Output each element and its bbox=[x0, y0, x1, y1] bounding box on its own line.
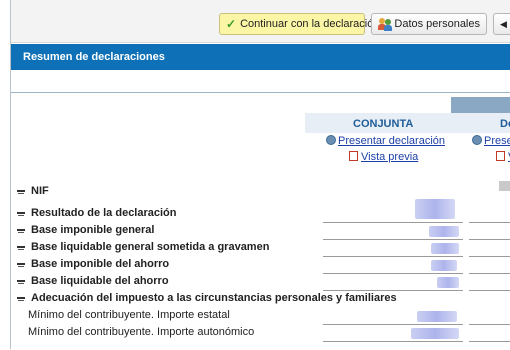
table-row: Base imponible general bbox=[11, 224, 510, 240]
row-label: Adecuación del impuesto a las circunstan… bbox=[31, 292, 397, 304]
row-label: Base imponible general bbox=[31, 224, 155, 236]
value-underline bbox=[323, 239, 463, 240]
checkmark-icon: ✓ bbox=[226, 17, 237, 31]
personal-data-button[interactable]: Datos personales bbox=[371, 13, 487, 35]
value-underline bbox=[469, 273, 510, 274]
redacted-value bbox=[437, 277, 459, 288]
table-row: Adecuación del impuesto a las circunstan… bbox=[11, 292, 510, 308]
continue-declaration-button[interactable]: ✓ Continuar con la declaración bbox=[219, 13, 379, 35]
row-label: Resultado de la declaración bbox=[31, 207, 177, 219]
value-underline bbox=[469, 341, 510, 342]
table-row: Mínimo del contribuyente. Importe autonó… bbox=[11, 326, 510, 342]
table-row: Mínimo del contribuyente. Importe estata… bbox=[11, 309, 510, 325]
table-row: Resultado de la declaración bbox=[11, 199, 510, 223]
preview-link-second[interactable]: V bbox=[496, 151, 510, 163]
pdf-document-icon bbox=[496, 151, 505, 161]
row-label: Base liquidable general sometida a grava… bbox=[31, 241, 270, 253]
present-declaration-link-second[interactable]: Presen bbox=[472, 135, 510, 147]
present-declaration-link[interactable]: Presentar declaración bbox=[326, 135, 445, 147]
double-bar-icon bbox=[17, 263, 25, 267]
more-toolbar-button[interactable]: ◀ bbox=[493, 13, 510, 35]
table-row: Base liquidable general sometida a grava… bbox=[11, 241, 510, 257]
column-heading-second: De bbox=[500, 118, 510, 130]
section-title: Resumen de declaraciones bbox=[23, 51, 165, 63]
table-row: Base liquidable del ahorro bbox=[11, 275, 510, 291]
double-bar-icon bbox=[17, 246, 25, 250]
row-label: Mínimo del contribuyente. Importe estata… bbox=[28, 309, 230, 321]
value-underline bbox=[323, 273, 463, 274]
section-header: Resumen de declaraciones bbox=[11, 44, 510, 70]
row-label: Base imponible del ahorro bbox=[31, 258, 170, 270]
redacted-value bbox=[431, 243, 459, 254]
redacted-value bbox=[429, 226, 459, 237]
column-header-band bbox=[451, 97, 510, 114]
value-underline bbox=[323, 290, 463, 291]
continue-declaration-label: Continuar con la declaración bbox=[240, 18, 380, 30]
present-declaration-label: Presentar declaración bbox=[338, 135, 446, 147]
value-underline bbox=[469, 239, 510, 240]
value-underline bbox=[323, 256, 463, 257]
row-label: Base liquidable del ahorro bbox=[31, 275, 169, 287]
present-declaration-label-second: Presen bbox=[484, 135, 510, 147]
personal-data-label: Datos personales bbox=[394, 18, 480, 30]
table-row: Base imponible del ahorro bbox=[11, 258, 510, 274]
redacted-value bbox=[417, 311, 457, 322]
globe-icon bbox=[472, 135, 482, 145]
people-icon bbox=[378, 17, 392, 31]
arrow-left-icon: ◀ bbox=[500, 18, 507, 29]
toolbar: ✓ Continuar con la declaración Datos per… bbox=[11, 0, 510, 43]
row-label: Mínimo del contribuyente. Importe autonó… bbox=[28, 326, 255, 338]
redacted-value bbox=[415, 199, 455, 219]
value-underline bbox=[469, 290, 510, 291]
double-bar-icon bbox=[17, 190, 25, 194]
value-underline bbox=[469, 324, 510, 325]
double-bar-icon bbox=[17, 297, 25, 301]
redacted-value bbox=[431, 260, 457, 271]
value-underline bbox=[323, 341, 463, 342]
preview-label: Vista previa bbox=[361, 151, 419, 163]
redacted-value bbox=[411, 328, 459, 339]
globe-icon bbox=[326, 135, 336, 145]
value-underline bbox=[469, 222, 510, 223]
value-underline bbox=[323, 324, 463, 325]
column-heading-conjunta: CONJUNTA bbox=[353, 118, 414, 130]
pdf-document-icon bbox=[349, 151, 358, 161]
row-label: NIF bbox=[31, 185, 49, 197]
declaration-summary-window: ✓ Continuar con la declaración Datos per… bbox=[10, 0, 510, 349]
summary-table: CONJUNTA De Presentar declaración Presen… bbox=[11, 92, 510, 350]
value-underline bbox=[469, 256, 510, 257]
double-bar-icon bbox=[17, 212, 25, 216]
preview-link[interactable]: Vista previa bbox=[349, 151, 418, 163]
double-bar-icon bbox=[17, 280, 25, 284]
value-underline bbox=[323, 222, 463, 223]
double-bar-icon bbox=[17, 229, 25, 233]
